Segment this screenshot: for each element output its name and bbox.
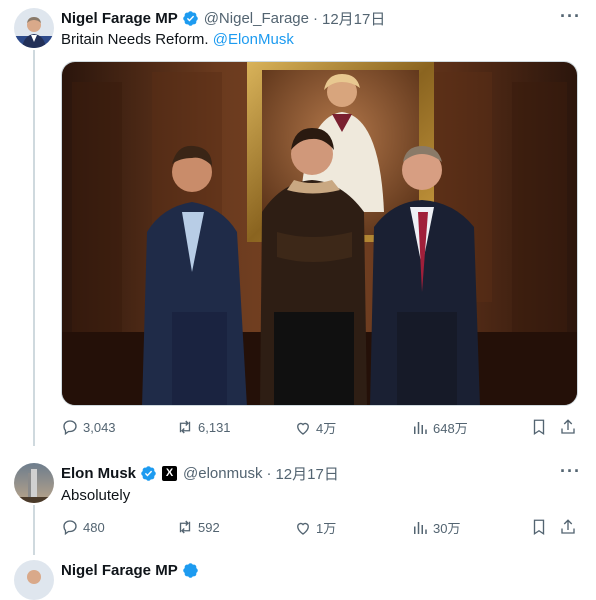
bookmark-icon[interactable] xyxy=(530,418,548,436)
views-button[interactable]: 30万 xyxy=(411,518,460,537)
separator: · xyxy=(266,464,272,482)
like-count: 1万 xyxy=(316,521,337,536)
handle[interactable]: @elonmusk xyxy=(183,465,262,482)
more-icon[interactable]: ··· xyxy=(560,461,581,482)
share-icon[interactable] xyxy=(559,518,577,536)
timestamp[interactable]: 12月17日 xyxy=(275,463,338,484)
reply-icon xyxy=(63,420,77,436)
timestamp[interactable]: 12月17日 xyxy=(322,8,385,29)
reply-count: 3,043 xyxy=(83,419,116,435)
repost-button[interactable]: 6,131 xyxy=(176,418,231,436)
reply-icon xyxy=(63,520,77,536)
like-count: 4万 xyxy=(316,421,337,436)
display-name[interactable]: Elon Musk xyxy=(61,465,136,482)
thread-line xyxy=(33,50,35,446)
tweet-actions: 480 592 1万 30万 xyxy=(61,518,580,540)
thread-line xyxy=(33,505,35,555)
handle[interactable]: @Nigel_Farage xyxy=(204,10,309,27)
views-count: 648万 xyxy=(433,421,468,436)
repost-count: 6,131 xyxy=(198,419,231,435)
like-icon xyxy=(297,522,309,535)
mention-link[interactable]: @ElonMusk xyxy=(213,31,294,48)
views-button[interactable]: 648万 xyxy=(411,418,468,437)
display-name[interactable]: Nigel Farage MP xyxy=(61,10,178,27)
repost-button[interactable]: 592 xyxy=(176,518,220,536)
verified-badge-icon xyxy=(140,465,157,482)
tweet-text-body: Britain Needs Reform. xyxy=(61,31,209,48)
share-icon[interactable] xyxy=(559,418,577,436)
more-icon[interactable]: ··· xyxy=(560,6,581,27)
repost-icon xyxy=(179,520,191,534)
affiliate-x-badge: X xyxy=(162,465,178,481)
tweet-text: Absolutely xyxy=(61,487,131,504)
verified-badge-icon xyxy=(182,10,199,27)
avatar[interactable] xyxy=(14,463,54,503)
like-button[interactable]: 1万 xyxy=(294,518,336,537)
reply-count: 480 xyxy=(83,519,105,535)
views-icon xyxy=(414,521,427,534)
tweet-text: Britain Needs Reform. @ElonMusk xyxy=(61,31,294,48)
tweet-photo[interactable] xyxy=(61,61,578,406)
views-count: 30万 xyxy=(433,521,461,536)
verified-badge-icon xyxy=(182,562,199,579)
bookmark-icon[interactable] xyxy=(530,518,548,536)
display-name[interactable]: Nigel Farage MP xyxy=(61,562,178,579)
avatar[interactable] xyxy=(14,8,54,48)
like-icon xyxy=(297,422,309,435)
views-icon xyxy=(414,421,427,434)
tweet-actions: 3,043 6,131 4万 648万 xyxy=(61,418,580,440)
separator: · xyxy=(312,9,318,27)
reply-button[interactable]: 480 xyxy=(61,518,105,536)
avatar[interactable] xyxy=(14,560,54,600)
repost-icon xyxy=(179,420,191,434)
like-button[interactable]: 4万 xyxy=(294,418,336,437)
repost-count: 592 xyxy=(198,519,220,535)
reply-button[interactable]: 3,043 xyxy=(61,418,116,436)
